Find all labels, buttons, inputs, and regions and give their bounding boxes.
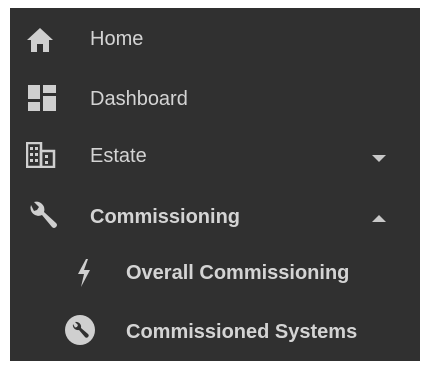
nav-item-commissioning[interactable]: Commissioning (10, 186, 420, 244)
wrench-circle-icon (65, 315, 95, 345)
chevron-up-icon[interactable] (372, 215, 386, 222)
home-icon (27, 28, 53, 52)
nav-item-dashboard[interactable]: Dashboard (10, 68, 420, 126)
building-icon (26, 142, 56, 168)
nav-item-label: Commissioned Systems (126, 321, 358, 343)
dashboard-icon (28, 85, 56, 111)
sidebar-nav: Home Dashboard Estate Commissioning Over… (10, 8, 420, 361)
subnav-item-overall-commissioning[interactable]: Overall Commissioning (10, 244, 420, 302)
nav-item-label: Commissioning (90, 206, 241, 228)
nav-item-label: Overall Commissioning (126, 262, 350, 284)
lightning-icon (78, 259, 90, 287)
nav-item-label: Estate (90, 145, 147, 167)
wrench-icon (30, 201, 57, 228)
nav-item-label: Home (90, 28, 144, 50)
nav-item-home[interactable]: Home (10, 10, 420, 68)
chevron-down-icon[interactable] (372, 155, 386, 162)
subnav-item-commissioned-systems[interactable]: Commissioned Systems (10, 302, 420, 360)
nav-item-label: Dashboard (90, 88, 188, 110)
nav-item-estate[interactable]: Estate (10, 126, 420, 184)
